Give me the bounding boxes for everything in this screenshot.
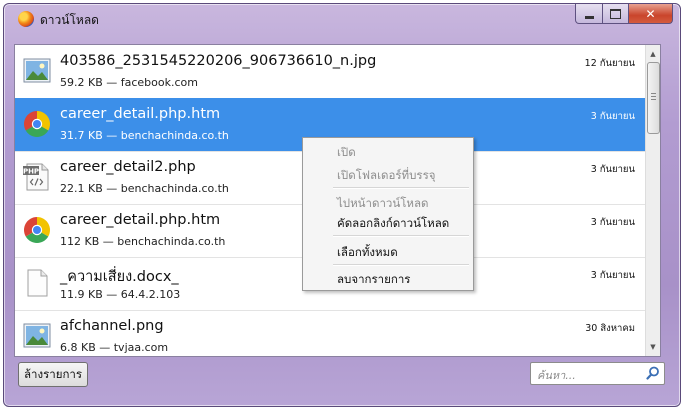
image-file-icon [23,56,51,86]
download-size-source: 112 KB — benchachinda.co.th [60,235,226,248]
download-date: 30 สิงหาคม [585,323,635,334]
download-filename: career_detail2.php [60,159,196,175]
window-title: ดาวน์โหลด [40,13,99,27]
download-date: 3 กันยายน [590,217,635,228]
download-item[interactable]: afchannel.png 6.8 KB — tvjaa.com 30 สิงหาค… [15,310,645,356]
firefox-icon [18,11,34,27]
menu-item-copy-download-link[interactable]: คัดลอกลิงก์ดาวน์โหลด [337,215,449,233]
chrome-icon [23,109,51,139]
maximize-button[interactable] [603,4,629,24]
download-date: 3 กันยายน [590,164,635,175]
download-filename: career_detail.php.htm [60,106,221,122]
menu-separator [333,264,469,266]
download-filename: afchannel.png [60,318,164,334]
download-filename: _ความเสี่ยง.docx_ [60,269,179,285]
search-box[interactable]: ค้นหา... [530,362,665,385]
download-size-source: 22.1 KB — benchachinda.co.th [60,182,229,195]
scroll-up-arrow-icon[interactable]: ▲ [646,47,660,61]
download-filename: 403586_2531545220206_906736610_n.jpg [60,53,377,69]
download-size-source: 31.7 KB — benchachinda.co.th [60,129,229,142]
search-icon[interactable] [646,366,660,380]
caption-buttons: ✕ [575,4,673,24]
download-date: 3 กันยายน [590,270,635,281]
menu-separator [333,187,469,189]
scroll-down-arrow-icon[interactable]: ▼ [646,340,660,354]
image-file-icon [23,321,51,351]
scrollbar[interactable]: ▲ ▼ [645,45,660,356]
close-icon: ✕ [645,6,656,21]
download-size-source: 59.2 KB — facebook.com [60,76,198,89]
clear-list-button[interactable]: ล้างรายการ [18,362,88,387]
menu-item-select-all[interactable]: เลือกทั้งหมด [337,244,398,262]
grip-line [651,99,656,100]
scrollbar-thumb[interactable] [647,62,660,134]
blank-file-icon [23,268,51,298]
chrome-icon [23,215,51,245]
svg-text:PHP: PHP [23,168,39,176]
download-item[interactable]: 403586_2531545220206_906736610_n.jpg 59.2… [15,45,645,99]
minimize-button[interactable] [575,4,603,24]
minimize-icon [584,15,594,19]
php-file-icon: PHP [23,162,51,192]
download-date: 12 กันยายน [584,58,635,69]
menu-separator [333,235,469,237]
grip-line [651,93,656,94]
close-button[interactable]: ✕ [629,4,673,24]
search-input[interactable]: ค้นหา... [537,366,576,384]
context-menu: เปิด เปิดโฟลเดอร์ที่บรรจุ ไปหน้าดาวน์โหล… [302,137,474,291]
download-size-source: 6.8 KB — tvjaa.com [60,341,169,354]
grip-line [651,96,656,97]
download-date: 3 กันยายน [590,111,635,122]
menu-item-open[interactable]: เปิด [337,144,356,162]
menu-item-go-to-download-page[interactable]: ไปหน้าดาวน์โหลด [337,195,429,213]
download-filename: career_detail.php.htm [60,212,221,228]
maximize-icon [610,8,621,19]
download-size-source: 11.9 KB — 64.4.2.103 [60,288,181,301]
menu-item-open-folder[interactable]: เปิดโฟลเดอร์ที่บรรจุ [337,167,436,185]
menu-item-remove-from-list[interactable]: ลบจากรายการ [337,271,410,289]
title-bar[interactable]: ดาวน์โหลด ✕ [4,4,680,34]
